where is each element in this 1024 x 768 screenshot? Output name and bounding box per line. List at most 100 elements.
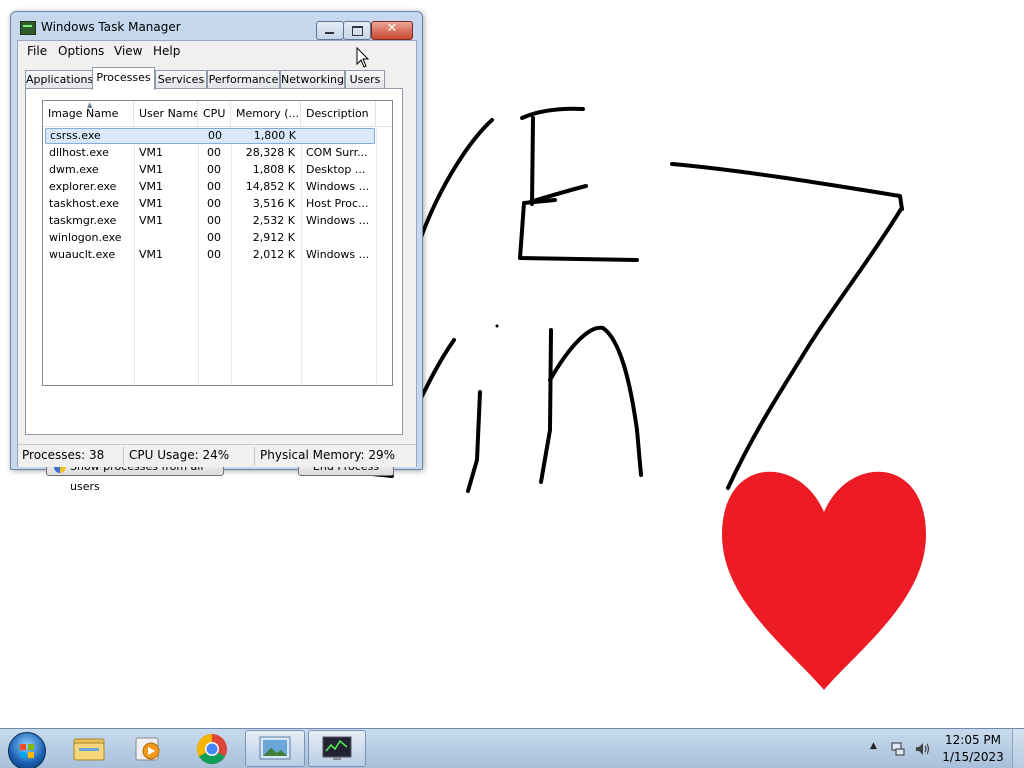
window-title: Windows Task Manager: [41, 20, 181, 34]
processes-panel: ▲ Image Name User Name CPU Memory (... D…: [25, 88, 403, 493]
desktop: Windows Task Manager ✕ File Options View…: [0, 0, 1024, 768]
tab-applications[interactable]: Applications: [25, 70, 93, 89]
cell-description: Windows ...: [306, 180, 370, 193]
cell-memory: 28,328 K: [245, 146, 295, 159]
cell-user-name: VM1: [139, 214, 164, 227]
ink-stroke-n-arch: [548, 325, 643, 477]
cell-image-name: csrss.exe: [50, 129, 101, 142]
table-row[interactable]: taskhost.exe VM1 00 3,516 K Host Proc...: [45, 196, 375, 212]
cell-cpu: 00: [207, 163, 221, 176]
mouse-cursor-icon: [356, 47, 370, 68]
taskbar-windows-explorer[interactable]: [62, 730, 116, 767]
ink-stroke-e-lower: [518, 198, 639, 262]
tab-services[interactable]: Services: [155, 70, 207, 89]
volume-icon[interactable]: [914, 741, 932, 757]
start-button[interactable]: [8, 732, 46, 768]
window-body: File Options View Help Applications Proc…: [17, 40, 417, 493]
show-desktop-button[interactable]: [1012, 729, 1024, 768]
cell-cpu: 00: [207, 248, 221, 261]
taskbar-task-manager[interactable]: [308, 730, 366, 767]
status-cpu-usage: CPU Usage: 24%: [129, 448, 230, 462]
menu-file[interactable]: File: [27, 44, 47, 58]
tray-show-hidden-icon[interactable]: ▲: [870, 741, 877, 751]
close-icon: ✕: [386, 21, 398, 36]
taskbar-chrome[interactable]: [185, 730, 239, 767]
cell-cpu: 00: [208, 129, 222, 142]
column-image-name[interactable]: ▲ Image Name: [43, 101, 134, 126]
menu-view[interactable]: View: [114, 44, 142, 58]
table-row[interactable]: csrss.exe 00 1,800 K: [45, 128, 375, 144]
windows-logo-icon: [20, 744, 34, 758]
cell-description: Host Proc...: [306, 197, 369, 210]
ink-stroke-w-left: [418, 338, 456, 402]
minimize-button[interactable]: [316, 21, 344, 40]
task-manager-icon: [322, 736, 352, 760]
ink-stroke-v-left: [418, 118, 494, 242]
minimize-icon: [325, 32, 334, 34]
column-memory-label: Memory (...: [236, 107, 300, 120]
network-icon[interactable]: [890, 741, 906, 757]
maximize-icon: [352, 26, 363, 36]
cell-description: Windows ...: [306, 248, 370, 261]
windows-explorer-icon: [73, 738, 105, 761]
chrome-icon: [196, 734, 227, 765]
column-headers: ▲ Image Name User Name CPU Memory (... D…: [43, 101, 392, 127]
table-row[interactable]: dllhost.exe VM1 00 28,328 K COM Surr...: [45, 145, 375, 161]
cell-cpu: 00: [207, 197, 221, 210]
cell-memory: 3,516 K: [252, 197, 295, 210]
tab-processes[interactable]: Processes: [92, 67, 155, 90]
cell-image-name: taskmgr.exe: [49, 214, 117, 227]
cell-cpu: 00: [207, 146, 221, 159]
column-user-name[interactable]: User Name: [134, 101, 198, 126]
cell-user-name: VM1: [139, 248, 164, 261]
cell-description: COM Surr...: [306, 146, 368, 159]
clock-time[interactable]: 12:05 PM: [938, 733, 1008, 747]
cell-image-name: dllhost.exe: [49, 146, 109, 159]
clock-date[interactable]: 1/15/2023: [938, 750, 1008, 764]
tab-performance[interactable]: Performance: [207, 70, 280, 89]
task-manager-window: Windows Task Manager ✕ File Options View…: [10, 11, 423, 493]
maximize-button[interactable]: [343, 21, 371, 40]
process-list[interactable]: ▲ Image Name User Name CPU Memory (... D…: [42, 100, 393, 386]
status-process-count: Processes: 38: [22, 448, 105, 462]
tab-users[interactable]: Users: [345, 70, 385, 89]
ink-stroke-i: [466, 390, 482, 493]
column-description[interactable]: Description: [301, 101, 376, 126]
menu-help[interactable]: Help: [153, 44, 180, 58]
status-physical-memory: Physical Memory: 29%: [260, 448, 396, 462]
taskbar-media-player[interactable]: [122, 730, 176, 767]
taskbar-photo-viewer[interactable]: [245, 730, 305, 767]
table-row[interactable]: explorer.exe VM1 00 14,852 K Windows ...: [45, 179, 375, 195]
status-bar: Processes: 38 CPU Usage: 24% Physical Me…: [18, 444, 416, 467]
close-button[interactable]: ✕: [371, 21, 413, 40]
table-row[interactable]: dwm.exe VM1 00 1,808 K Desktop ...: [45, 162, 375, 178]
column-user-name-label: User Name: [139, 107, 198, 120]
status-divider: [123, 447, 124, 465]
column-divider: [376, 126, 377, 385]
column-description-label: Description: [306, 107, 369, 120]
ink-stroke-e-top: [520, 106, 585, 120]
tab-networking[interactable]: Networking: [280, 70, 345, 89]
cell-user-name: VM1: [139, 163, 164, 176]
table-row[interactable]: winlogon.exe 00 2,912 K: [45, 230, 375, 246]
cell-cpu: 00: [207, 180, 221, 193]
cell-image-name: explorer.exe: [49, 180, 117, 193]
column-cpu[interactable]: CPU: [198, 101, 231, 126]
status-divider: [254, 447, 255, 465]
cell-cpu: 00: [207, 214, 221, 227]
cell-image-name: dwm.exe: [49, 163, 99, 176]
table-row[interactable]: taskmgr.exe VM1 00 2,532 K Windows ...: [45, 213, 375, 229]
menu-options[interactable]: Options: [58, 44, 104, 58]
column-memory[interactable]: Memory (...: [231, 101, 301, 126]
red-heart: [722, 471, 926, 690]
ink-stroke-n-left: [539, 328, 553, 484]
media-player-icon: [135, 737, 160, 761]
cell-memory: 2,532 K: [252, 214, 295, 227]
ink-stroke-e-spine: [530, 116, 535, 206]
cell-user-name: VM1: [139, 197, 164, 210]
table-row[interactable]: wuauclt.exe VM1 00 2,012 K Windows ...: [45, 247, 375, 263]
ink-stroke-seven-diag: [726, 207, 903, 490]
cell-user-name: VM1: [139, 180, 164, 193]
cell-memory: 1,808 K: [252, 163, 295, 176]
title-bar[interactable]: Windows Task Manager ✕: [11, 12, 422, 40]
